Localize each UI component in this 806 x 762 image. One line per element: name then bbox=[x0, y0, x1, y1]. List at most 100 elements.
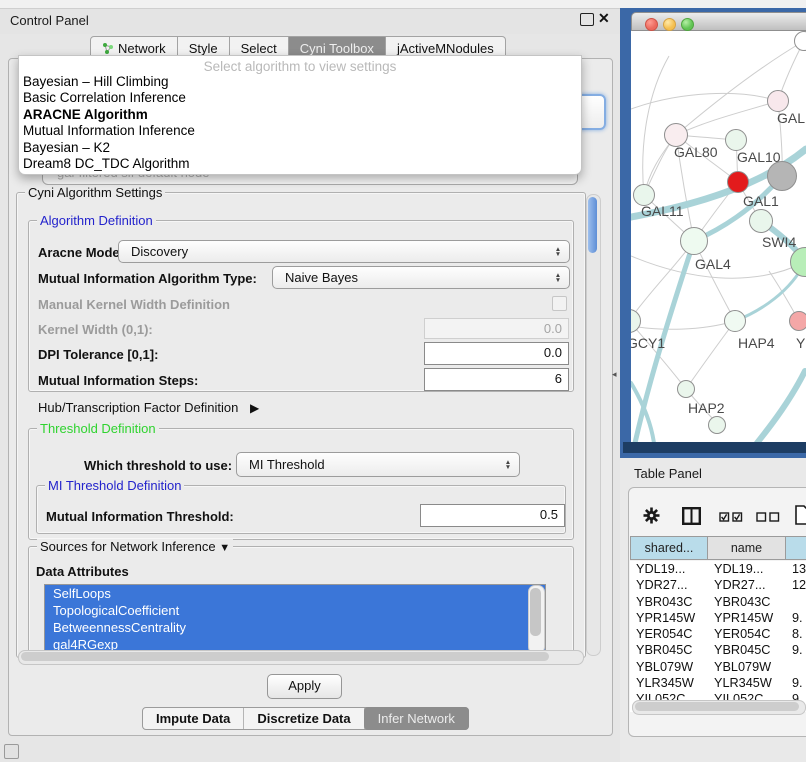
kernel-width-label: Kernel Width (0,1): bbox=[38, 322, 153, 337]
network-node-hap2[interactable] bbox=[677, 380, 695, 398]
hub-definition-label: Hub/Transcription Factor Definition bbox=[38, 400, 238, 415]
minimize-window-icon[interactable] bbox=[663, 18, 676, 31]
data-attributes-list[interactable]: SelfLoopsTopologicalCoefficientBetweenne… bbox=[44, 584, 546, 655]
scrollbar-thumb[interactable] bbox=[635, 702, 799, 711]
aracne-mode-combobox[interactable]: Discovery ▲▼ bbox=[118, 240, 570, 263]
minimized-panel-icon[interactable] bbox=[4, 744, 19, 759]
network-node[interactable] bbox=[708, 416, 726, 434]
mi-threshold-field[interactable]: 0.5 bbox=[420, 504, 565, 527]
cell-col1: YLR345W bbox=[636, 675, 694, 691]
tab-label: Select bbox=[241, 41, 277, 56]
tab-label: Style bbox=[189, 41, 218, 56]
cell-col3: 9. bbox=[792, 675, 803, 691]
network-node[interactable] bbox=[767, 161, 797, 191]
algorithm-option-aracne-algorithm[interactable]: ARACNE Algorithm bbox=[19, 107, 581, 123]
network-node-y[interactable] bbox=[789, 311, 806, 331]
table-row[interactable]: YDL19... YDL19... 13 bbox=[630, 561, 806, 577]
network-icon bbox=[102, 42, 114, 54]
algorithm-option-dream8-dc-tdc-algorithm[interactable]: Dream8 DC_TDC Algorithm bbox=[19, 156, 581, 172]
settings-horizontal-scrollbar[interactable] bbox=[18, 650, 584, 665]
chevron-down-icon[interactable]: ▼ bbox=[219, 542, 230, 554]
network-node-swi4[interactable] bbox=[749, 209, 773, 233]
tab-label: Cyni Toolbox bbox=[300, 41, 374, 56]
cell-col3: 9. bbox=[792, 610, 803, 626]
node-label-gal80: GAL80 bbox=[674, 144, 718, 160]
attribute-item-selfloops[interactable]: SelfLoops bbox=[45, 585, 545, 602]
network-node-hap4[interactable] bbox=[724, 310, 746, 332]
cell-col3: 13 bbox=[792, 561, 806, 577]
mi-steps-field[interactable]: 6 bbox=[424, 368, 569, 391]
manual-kernel-checkbox[interactable] bbox=[552, 296, 567, 311]
network-node-gal1[interactable] bbox=[727, 171, 749, 193]
cyni-settings-legend: Cyni Algorithm Settings bbox=[25, 185, 165, 200]
table-row[interactable]: YBL079WYBL079W bbox=[630, 659, 806, 675]
mi-type-combobox[interactable]: Naive Bayes ▲▼ bbox=[272, 266, 570, 289]
network-canvas[interactable]: GALGAL80GAL10GAL1GAL11SWI4GAL4GCY1HAP4YH… bbox=[631, 31, 806, 442]
network-window-titlebar[interactable] bbox=[631, 12, 806, 31]
tab-discretize-data[interactable]: Discretize Data bbox=[244, 708, 364, 729]
tab-impute-data[interactable]: Impute Data bbox=[143, 708, 244, 729]
table-row[interactable]: YBR043CYBR043C bbox=[630, 594, 806, 610]
document-icon[interactable] bbox=[795, 505, 806, 525]
data-attributes-label: Data Attributes bbox=[36, 564, 129, 579]
node-label-gal: GAL bbox=[777, 110, 805, 126]
bottom-tab-bar: Impute DataDiscretize DataInfer Network bbox=[142, 707, 469, 730]
mi-threshold-label: Mutual Information Threshold: bbox=[46, 509, 234, 524]
table-row[interactable]: YER054CYER054C8. bbox=[630, 626, 806, 642]
cell-col2: YER054C bbox=[714, 626, 770, 642]
cell-col2: YDR27... bbox=[714, 577, 765, 593]
cell-col2: YPR145W bbox=[714, 610, 773, 626]
scrollbar-thumb[interactable] bbox=[530, 588, 541, 636]
zoom-window-icon[interactable] bbox=[681, 18, 694, 31]
table-row[interactable]: YLR345WYLR345W9. bbox=[630, 675, 806, 691]
hub-definition-toggle[interactable]: Hub/Transcription Factor Definition ▶ bbox=[38, 400, 259, 415]
algorithm-option-basic-correlation-inference[interactable]: Basic Correlation Inference bbox=[19, 90, 581, 106]
kernel-width-field: 0.0 bbox=[424, 318, 569, 339]
table-row[interactable]: YDR27...YDR27...12 bbox=[630, 577, 806, 593]
close-panel-icon[interactable]: ✕ bbox=[598, 10, 610, 27]
node-label-gal4: GAL4 bbox=[695, 256, 731, 272]
cell-col1: YDL19... bbox=[636, 561, 685, 577]
network-node-gal[interactable] bbox=[767, 90, 789, 112]
split-columns-icon[interactable] bbox=[682, 507, 701, 525]
algorithm-option-bayesian-k2[interactable]: Bayesian – K2 bbox=[19, 140, 581, 156]
apply-button[interactable]: Apply bbox=[267, 674, 342, 699]
cell-col1: YER054C bbox=[636, 626, 692, 642]
algorithm-option-bayesian-hill-climbing[interactable]: Bayesian – Hill Climbing bbox=[19, 74, 581, 90]
cell-col1: YBR043C bbox=[636, 594, 692, 610]
mi-steps-label: Mutual Information Steps: bbox=[38, 373, 198, 388]
attribute-item-topologicalcoefficient[interactable]: TopologicalCoefficient bbox=[45, 602, 545, 619]
column-header-shared[interactable]: shared... bbox=[630, 536, 708, 560]
algorithm-option-mutual-information-inference[interactable]: Mutual Information Inference bbox=[19, 123, 581, 139]
network-node-gal10[interactable] bbox=[725, 129, 747, 151]
gear-icon[interactable] bbox=[643, 507, 660, 524]
attribute-item-betweennesscentrality[interactable]: BetweennessCentrality bbox=[45, 619, 545, 636]
network-node-gal4[interactable] bbox=[680, 227, 708, 255]
table-row[interactable]: YBR045CYBR045C9. bbox=[630, 642, 806, 658]
node-label-gal1: GAL1 bbox=[743, 193, 779, 209]
settings-vertical-scrollbar[interactable] bbox=[586, 194, 601, 656]
table-row[interactable]: YPR145WYPR145W9. bbox=[630, 610, 806, 626]
dropdown-placeholder: Select algorithm to view settings bbox=[19, 56, 581, 74]
close-window-icon[interactable] bbox=[645, 18, 658, 31]
splitter-handle-icon[interactable]: ◂ bbox=[612, 369, 617, 380]
table-panel-title: Table Panel bbox=[634, 466, 702, 481]
attributes-scrollbar[interactable] bbox=[528, 585, 545, 654]
select-all-checkboxes-icon[interactable] bbox=[719, 512, 743, 522]
which-threshold-combobox[interactable]: MI Threshold ▲▼ bbox=[236, 452, 520, 477]
tab-infer-network[interactable]: Infer Network bbox=[364, 707, 469, 730]
scrollbar-thumb[interactable] bbox=[588, 197, 597, 253]
threshold-definition-legend: Threshold Definition bbox=[37, 421, 159, 436]
dpi-tolerance-field[interactable]: 0.0 bbox=[424, 342, 569, 365]
column-header-name[interactable]: name bbox=[708, 536, 786, 560]
scrollbar-thumb[interactable] bbox=[21, 652, 549, 661]
column-header-col3[interactable] bbox=[786, 536, 806, 560]
aracne-mode-value: Discovery bbox=[119, 244, 551, 259]
algorithm-definition-legend: Algorithm Definition bbox=[37, 213, 156, 228]
cell-col2: YDL19... bbox=[714, 561, 763, 577]
float-panel-icon[interactable] bbox=[580, 13, 594, 26]
table-horizontal-scrollbar[interactable] bbox=[632, 700, 806, 715]
deselect-all-checkboxes-icon[interactable] bbox=[756, 512, 780, 522]
mi-type-label: Mutual Information Algorithm Type: bbox=[38, 271, 257, 286]
which-threshold-value: MI Threshold bbox=[237, 457, 501, 472]
